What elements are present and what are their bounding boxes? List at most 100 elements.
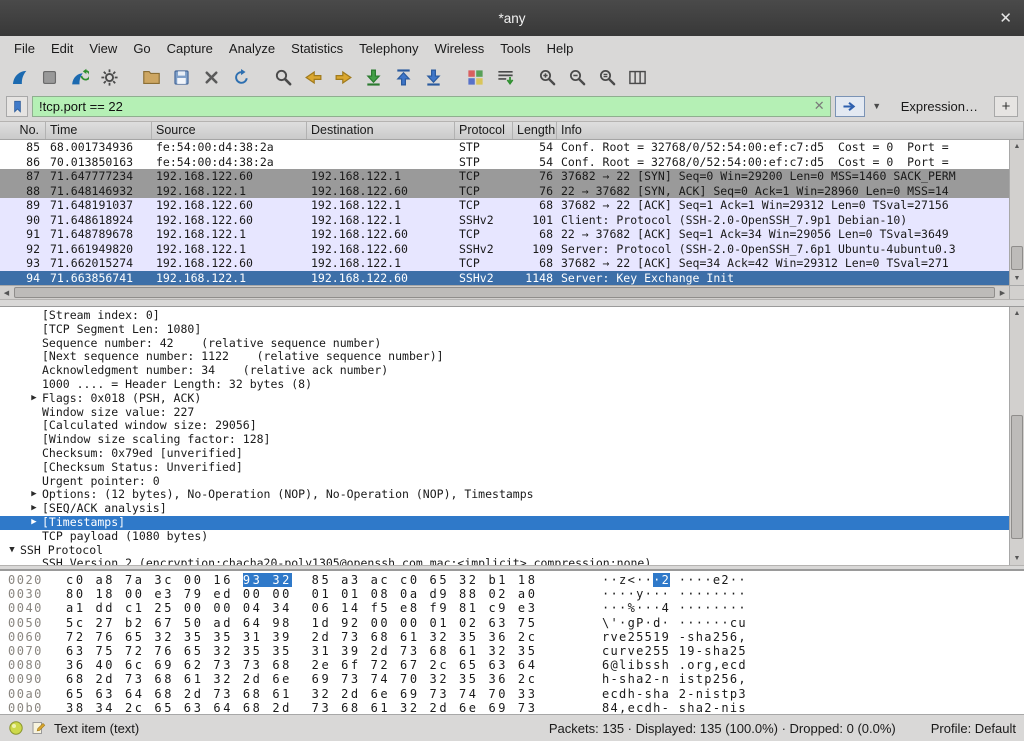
column-header-info[interactable]: Info [557,122,1024,139]
scroll-down-icon[interactable]: ▼ [1010,552,1024,565]
vscroll-thumb[interactable] [1011,246,1023,270]
go-back-button[interactable] [298,63,328,91]
detail-line[interactable]: [TCP Segment Len: 1080] [0,323,1009,337]
hex-row-0020[interactable]: 0020c0 a8 7a 3c 00 16 93 32 85 a3 ac c0 … [8,573,1024,587]
detail-line[interactable]: SSH Version 2 (encryption:chacha20-poly1… [0,557,1009,565]
hex-row-0040[interactable]: 0040a1 dd c1 25 00 00 04 34 06 14 f5 e8 … [8,601,1024,615]
detail-line[interactable]: [Checksum Status: Unverified] [0,461,1009,475]
colorize-button[interactable] [460,63,490,91]
expert-info-icon[interactable] [8,720,24,736]
column-header-source[interactable]: Source [152,122,307,139]
collapsed-expander-icon[interactable]: ▶ [26,392,42,406]
detail-line[interactable]: TCP payload (1080 bytes) [0,530,1009,544]
go-first-button[interactable] [388,63,418,91]
expanded-expander-icon[interactable]: ▼ [4,544,20,558]
menu-analyze[interactable]: Analyze [221,38,283,59]
save-file-button[interactable] [166,63,196,91]
capture-options-button[interactable] [94,63,124,91]
detail-line[interactable]: Checksum: 0x79ed [unverified] [0,447,1009,461]
packet-row-94[interactable]: 9471.663856741192.168.122.1192.168.122.6… [0,271,1009,286]
column-header-destination[interactable]: Destination [307,122,455,139]
zoom-in-button[interactable] [532,63,562,91]
hscroll-thumb[interactable] [14,287,995,298]
vscroll-thumb[interactable] [1011,415,1023,539]
go-forward-button[interactable] [328,63,358,91]
detail-line[interactable]: ▶Flags: 0x018 (PSH, ACK) [0,392,1009,406]
column-header-no[interactable]: No. [0,122,46,139]
filter-history-button[interactable]: ▼ [869,96,885,117]
filter-clear-button[interactable]: ✕ [814,98,825,114]
collapsed-expander-icon[interactable]: ▶ [26,502,42,516]
packet-row-86[interactable]: 8670.013850163fe:54:00:d4:38:2aSTP54Conf… [0,155,1009,170]
packet-list-hscrollbar[interactable]: ◀ ▶ [0,285,1009,299]
detail-line[interactable]: Urgent pointer: 0 [0,475,1009,489]
find-packet-button[interactable] [268,63,298,91]
hex-row-0030[interactable]: 003080 18 00 e3 79 ed 00 00 01 01 08 0a … [8,587,1024,601]
hex-row-0080[interactable]: 008036 40 6c 69 62 73 73 68 2e 6f 72 67 … [8,658,1024,672]
hex-row-0090[interactable]: 009068 2d 73 68 61 32 2d 6e 69 73 74 70 … [8,672,1024,686]
column-header-protocol[interactable]: Protocol [455,122,513,139]
detail-line[interactable]: ▶[Timestamps] [0,516,1009,530]
close-file-button[interactable] [196,63,226,91]
column-header-time[interactable]: Time [46,122,152,139]
scroll-up-icon[interactable]: ▲ [1010,307,1024,320]
detail-line[interactable]: Acknowledgment number: 34 (relative ack … [0,364,1009,378]
detail-line[interactable]: 1000 .... = Header Length: 32 bytes (8) [0,378,1009,392]
menu-view[interactable]: View [81,38,125,59]
profile-button[interactable]: Profile: Default [931,721,1016,736]
menu-telephony[interactable]: Telephony [351,38,426,59]
hex-row-0070[interactable]: 007063 75 72 76 65 32 35 35 31 39 2d 73 … [8,644,1024,658]
detail-line[interactable]: [Calculated window size: 29056] [0,419,1009,433]
go-to-packet-button[interactable] [358,63,388,91]
menu-capture[interactable]: Capture [159,38,221,59]
hex-row-0060[interactable]: 006072 76 65 32 35 35 31 39 2d 73 68 61 … [8,630,1024,644]
packet-row-90[interactable]: 9071.648618924192.168.122.60192.168.122.… [0,213,1009,228]
packet-row-92[interactable]: 9271.661949820192.168.122.1192.168.122.6… [0,242,1009,257]
menu-tools[interactable]: Tools [492,38,538,59]
scroll-left-icon[interactable]: ◀ [0,286,13,299]
packet-row-89[interactable]: 8971.648191037192.168.122.60192.168.122.… [0,198,1009,213]
scroll-up-icon[interactable]: ▲ [1010,140,1024,153]
start-capture-button[interactable] [4,63,34,91]
scroll-right-icon[interactable]: ▶ [996,286,1009,299]
detail-line[interactable]: ▶[SEQ/ACK analysis] [0,502,1009,516]
packet-row-85[interactable]: 8568.001734936fe:54:00:d4:38:2aSTP54Conf… [0,140,1009,155]
detail-line[interactable]: [Next sequence number: 1122 (relative se… [0,350,1009,364]
packet-list-vscrollbar[interactable]: ▲ ▼ [1009,140,1024,285]
menu-help[interactable]: Help [539,38,582,59]
packet-row-88[interactable]: 8871.648146932192.168.122.1192.168.122.6… [0,184,1009,199]
display-filter-input[interactable] [32,96,831,117]
restart-capture-button[interactable] [64,63,94,91]
hex-row-0050[interactable]: 00505c 27 b2 67 50 ad 64 98 1d 92 00 00 … [8,616,1024,630]
packet-row-93[interactable]: 9371.662015274192.168.122.60192.168.122.… [0,256,1009,271]
add-filter-button[interactable]: + [994,96,1018,117]
detail-line[interactable]: [Window size scaling factor: 128] [0,433,1009,447]
resize-columns-button[interactable] [622,63,652,91]
menu-wireless[interactable]: Wireless [426,38,492,59]
packet-row-91[interactable]: 9171.648789678192.168.122.1192.168.122.6… [0,227,1009,242]
menu-statistics[interactable]: Statistics [283,38,351,59]
reload-file-button[interactable] [226,63,256,91]
apply-filter-button[interactable] [835,96,865,117]
auto-scroll-button[interactable] [490,63,520,91]
filter-bookmark-button[interactable] [6,96,28,117]
scroll-down-icon[interactable]: ▼ [1010,272,1024,285]
go-last-button[interactable] [418,63,448,91]
expression-button[interactable]: Expression… [901,99,978,114]
collapsed-expander-icon[interactable]: ▶ [26,488,42,502]
zoom-out-button[interactable] [562,63,592,91]
capture-comment-icon[interactable] [31,720,47,736]
detail-line[interactable]: Sequence number: 42 (relative sequence n… [0,337,1009,351]
hex-row-00a0[interactable]: 00a065 63 64 68 2d 73 68 61 32 2d 6e 69 … [8,687,1024,701]
menu-go[interactable]: Go [125,38,158,59]
collapsed-expander-icon[interactable]: ▶ [26,516,42,530]
zoom-original-button[interactable] [592,63,622,91]
detail-line[interactable]: [Stream index: 0] [0,309,1009,323]
pane-splitter-top[interactable] [0,299,1024,307]
close-window-button[interactable]: ✕ [999,0,1012,36]
column-header-length[interactable]: Length [513,122,557,139]
detail-line[interactable]: ▶Options: (12 bytes), No-Operation (NOP)… [0,488,1009,502]
packet-row-87[interactable]: 8771.647777234192.168.122.60192.168.122.… [0,169,1009,184]
details-vscrollbar[interactable]: ▲ ▼ [1009,307,1024,565]
open-file-button[interactable] [136,63,166,91]
